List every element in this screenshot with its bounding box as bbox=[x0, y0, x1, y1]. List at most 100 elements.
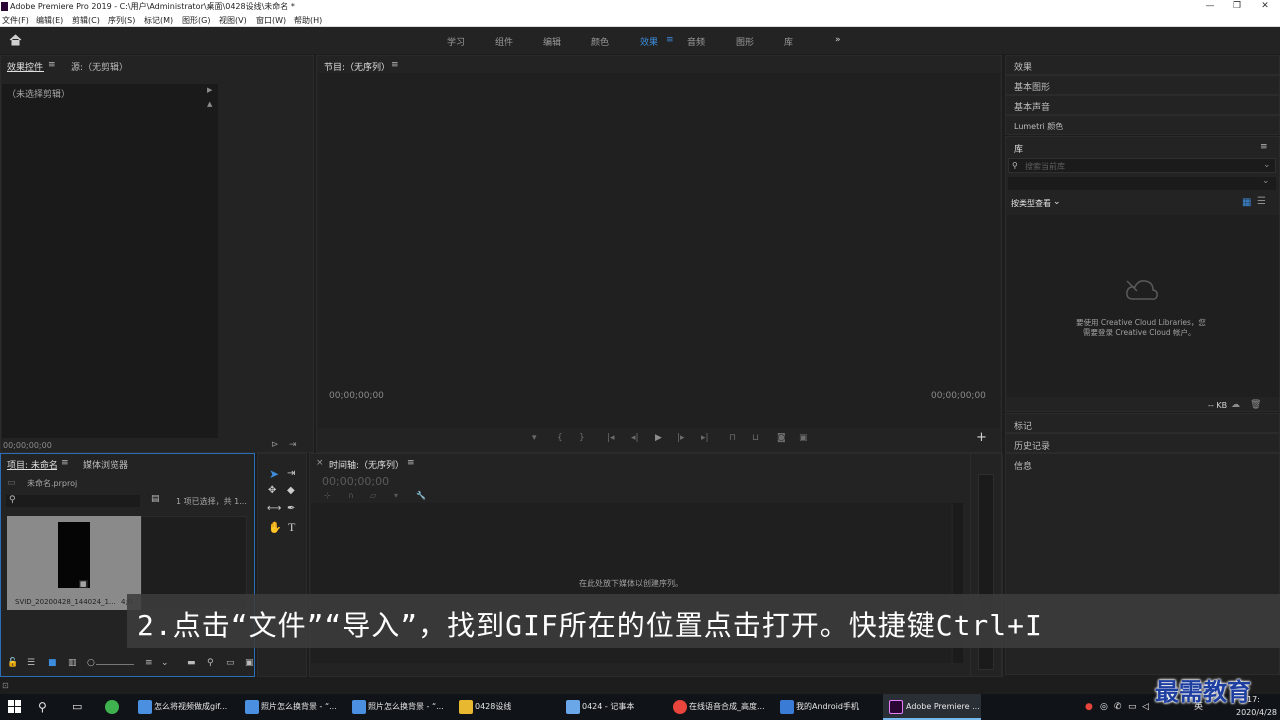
close-button[interactable]: ✕ bbox=[1250, 0, 1280, 13]
info-title[interactable]: 信息 bbox=[1014, 459, 1032, 472]
menu-clip[interactable]: 剪辑(C) bbox=[72, 15, 100, 26]
automate-to-sequence-icon[interactable]: ▬ bbox=[187, 658, 196, 668]
scroll-up-icon[interactable]: ▲ bbox=[207, 100, 212, 108]
home-icon[interactable] bbox=[9, 34, 22, 46]
timeline-menu-icon[interactable]: ≡ bbox=[407, 458, 415, 468]
library-select[interactable]: ⌄ bbox=[1008, 176, 1276, 190]
menu-graphics[interactable]: 图形(G) bbox=[182, 15, 210, 26]
mark-in-icon[interactable]: { bbox=[557, 433, 563, 443]
library-select-chevron-icon[interactable]: ⌄ bbox=[1262, 176, 1270, 186]
zoom-slider-track[interactable] bbox=[96, 664, 134, 665]
timeline-settings-icon[interactable]: 🔧 bbox=[416, 491, 426, 500]
find-icon[interactable]: ⚲ bbox=[207, 658, 214, 668]
clip-thumbnail[interactable]: ▦ SVID_20200428_144024_1... 4;0 bbox=[7, 516, 141, 610]
essential-sound-panel[interactable]: 基本声音 bbox=[1005, 95, 1280, 115]
project-menu-icon[interactable]: ≡ bbox=[61, 458, 69, 468]
tray-date[interactable]: 2020/4/28 bbox=[1236, 708, 1277, 717]
essential-sound-title[interactable]: 基本声音 bbox=[1014, 100, 1050, 113]
tab-source[interactable]: 源:（无剪辑） bbox=[71, 60, 128, 73]
menu-window[interactable]: 窗口(W) bbox=[256, 15, 286, 26]
essential-graphics-title[interactable]: 基本图形 bbox=[1014, 80, 1050, 93]
comparison-view-icon[interactable]: ▣ bbox=[799, 433, 808, 443]
lift-icon[interactable]: ⊓ bbox=[729, 433, 736, 443]
effects-panel-title[interactable]: 效果 bbox=[1014, 60, 1032, 73]
icon-view-toggle-icon[interactable]: ■ bbox=[48, 658, 57, 668]
history-title[interactable]: 历史记录 bbox=[1014, 439, 1050, 452]
taskbar-app-2[interactable]: 照片怎么换背景 - “... bbox=[261, 694, 337, 720]
play-icon[interactable]: ▶ bbox=[655, 433, 662, 443]
taskbar-search-icon[interactable]: ⚲ bbox=[38, 694, 47, 720]
workspace-editing[interactable]: 编辑 bbox=[543, 35, 561, 48]
add-marker-icon[interactable]: ▾ bbox=[532, 433, 537, 443]
tray-volume-icon[interactable]: ◁ bbox=[1142, 694, 1149, 720]
workspace-effects[interactable]: 效果 bbox=[640, 35, 658, 48]
new-bin-icon[interactable]: ▤ bbox=[151, 494, 160, 504]
trash-icon[interactable]: 🗑 bbox=[1250, 400, 1261, 410]
list-view-toggle-icon[interactable]: ☰ bbox=[27, 658, 35, 668]
workspace-graphics[interactable]: 图形 bbox=[736, 35, 754, 48]
effects-panel[interactable]: 效果 bbox=[1005, 55, 1280, 75]
cloud-sync-icon[interactable]: ☁ bbox=[1231, 400, 1240, 410]
taskbar-app-4[interactable]: 0428设线 bbox=[475, 694, 511, 720]
linked-selection-icon[interactable]: ▱ bbox=[370, 491, 376, 500]
view-by-chevron-icon[interactable]: ⌄ bbox=[1053, 197, 1061, 207]
add-button[interactable]: + bbox=[976, 430, 987, 445]
menu-file[interactable]: 文件(F) bbox=[2, 15, 29, 26]
workspace-libraries[interactable]: 库 bbox=[784, 35, 793, 48]
history-panel[interactable]: 历史记录 bbox=[1005, 433, 1280, 453]
export-frame-icon[interactable]: ◙ bbox=[777, 433, 786, 443]
taskbar-app-7[interactable]: 我的Android手机 bbox=[796, 694, 859, 720]
task-view-icon[interactable]: ▭ bbox=[72, 694, 82, 720]
snap-icon[interactable]: ∩ bbox=[348, 491, 354, 500]
view-by-type-dropdown[interactable]: 按类型查看 bbox=[1011, 198, 1051, 209]
menu-edit[interactable]: 编辑(E) bbox=[36, 15, 63, 26]
project-search-input[interactable]: ⚲ bbox=[6, 495, 140, 507]
razor-tool-icon[interactable]: ◆ bbox=[287, 485, 295, 496]
library-search-box[interactable]: ⚲ 搜索当前库 ⌄ bbox=[1008, 158, 1276, 173]
tray-network-icon[interactable]: ▭ bbox=[1128, 694, 1137, 720]
list-view-icon[interactable]: ☰ bbox=[1257, 196, 1266, 207]
workspace-more-icon[interactable]: » bbox=[835, 35, 841, 45]
grid-view-icon[interactable]: ▦ bbox=[1242, 197, 1251, 208]
lumetri-title[interactable]: Lumetri 颜色 bbox=[1014, 121, 1063, 132]
slip-tool-icon[interactable]: ⟷ bbox=[267, 503, 281, 514]
sort-icon[interactable]: ≡ bbox=[145, 658, 153, 668]
step-back-icon[interactable]: ◂| bbox=[631, 433, 639, 443]
menu-sequence[interactable]: 序列(S) bbox=[108, 15, 135, 26]
workspace-color[interactable]: 颜色 bbox=[591, 35, 609, 48]
lock-icon[interactable]: 🔓 bbox=[7, 658, 18, 668]
go-to-in-icon[interactable]: |◂ bbox=[607, 433, 615, 443]
expand-right-icon[interactable]: ▶ bbox=[207, 86, 212, 94]
minimize-button[interactable]: — bbox=[1195, 0, 1225, 13]
track-select-tool-icon[interactable]: ⇥ bbox=[287, 468, 295, 479]
mark-out-icon[interactable]: } bbox=[579, 433, 585, 443]
hand-tool-icon[interactable]: ✋ bbox=[268, 521, 282, 534]
workspace-effects-menu-icon[interactable]: ≡ bbox=[666, 35, 674, 45]
tab-media-browser[interactable]: 媒体浏览器 bbox=[83, 458, 128, 471]
lumetri-panel[interactable]: Lumetri 颜色 bbox=[1005, 115, 1280, 135]
extract-icon[interactable]: ⊔ bbox=[752, 433, 759, 443]
program-viewer[interactable] bbox=[318, 73, 1000, 428]
effect-controls-menu-icon[interactable]: ≡ bbox=[48, 60, 56, 70]
tray-red-icon[interactable]: ● bbox=[1085, 694, 1093, 720]
filter-icon[interactable]: ⊳ bbox=[271, 440, 279, 450]
step-forward-icon[interactable]: |▸ bbox=[677, 433, 685, 443]
taskbar-app-8[interactable]: Adobe Premiere ... bbox=[906, 694, 980, 720]
timeline-close-icon[interactable]: × bbox=[316, 458, 324, 468]
selection-tool-icon[interactable]: ➤ bbox=[269, 467, 279, 481]
timeline-timecode[interactable]: 00;00;00;00 bbox=[322, 475, 389, 488]
pen-tool-icon[interactable]: ✒ bbox=[287, 503, 295, 514]
tray-record-icon[interactable]: ◎ bbox=[1100, 694, 1108, 720]
markers-panel[interactable]: 标记 bbox=[1005, 413, 1280, 433]
freeform-view-icon[interactable]: ▥ bbox=[68, 658, 77, 668]
libraries-menu-icon[interactable]: ≡ bbox=[1260, 142, 1268, 152]
menu-marker[interactable]: 标记(M) bbox=[144, 15, 173, 26]
markers-title[interactable]: 标记 bbox=[1014, 419, 1032, 432]
type-tool-icon[interactable]: T bbox=[288, 520, 295, 535]
tray-wechat-icon[interactable]: ✆ bbox=[1114, 694, 1122, 720]
windows-start-icon[interactable] bbox=[8, 700, 22, 714]
workspace-assembly[interactable]: 组件 bbox=[495, 35, 513, 48]
taskbar-app-1[interactable]: 怎么将视频做成gif... bbox=[154, 694, 227, 720]
taskbar-app-6[interactable]: 在线语音合成_高度... bbox=[689, 694, 765, 720]
sort-chevron-icon[interactable]: ⌄ bbox=[161, 658, 169, 668]
